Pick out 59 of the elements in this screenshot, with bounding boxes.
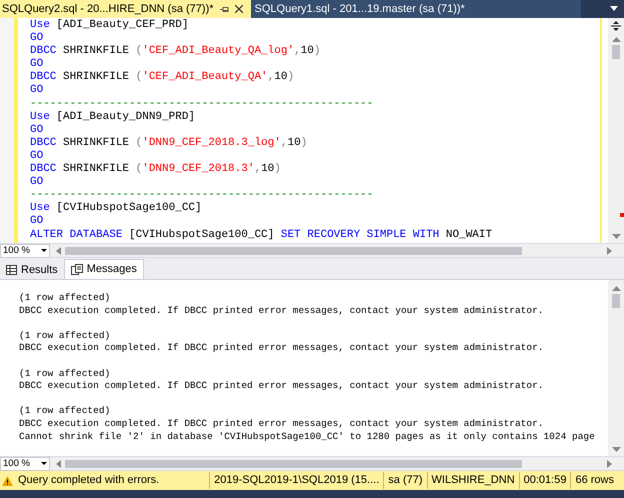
status-field: 2019-SQL2019-1\SQL2019 (15....: [209, 472, 384, 489]
zoom-dropdown[interactable]: 100 %: [0, 456, 50, 470]
code-line: DBCC SHRINKFILE ('DNN9_CEF_2018.3_log',10): [30, 136, 308, 150]
grid-icon: [6, 265, 17, 275]
code-line: DBCC SHRINKFILE ('CEF_ADI_Beauty_QA_log',10): [30, 45, 320, 58]
status-field: sa (77): [383, 472, 427, 489]
message-line: DBCC execution completed. If DBCC printed error messages, contact your system administrator.: [19, 304, 544, 318]
code-line: Use [CVIHubspotSage100_CC]: [30, 202, 202, 216]
result-tab[interactable]: Messages: [64, 259, 144, 279]
message-line: (1 row affected): [19, 368, 110, 380]
status-message: Query completed with errors.: [18, 473, 160, 488]
document-tab[interactable]: SQLQuery1.sql - 201...19.master (sa (71))*: [250, 0, 581, 18]
warning-icon: [2, 476, 13, 486]
code-line: GO: [30, 215, 44, 228]
caret-icon: [41, 249, 47, 252]
scroll-right-icon[interactable]: [607, 460, 612, 468]
error-marker: [620, 213, 624, 217]
scroll-right-icon[interactable]: [607, 246, 612, 254]
scroll-up-icon[interactable]: [612, 286, 620, 291]
scroll-down-icon[interactable]: [612, 447, 620, 452]
message-line: DBCC execution completed. If DBCC printed error messages, contact your system administrator.: [19, 342, 544, 355]
code-line: Use [ADI_Beauty_DNN9_PRD]: [30, 110, 196, 124]
message-line: DBCC execution completed. If DBCC printed error messages, contact your system administrator.: [19, 380, 544, 393]
scroll-left-icon[interactable]: [56, 246, 61, 254]
message-line: Cannot shrink file '2' in database 'CVIHubspotSage100_CC' to 1280 pages as it only contains 1024 page: [19, 430, 595, 444]
status-field: 00:01:59: [518, 472, 570, 489]
scroll-up-icon[interactable]: [612, 37, 620, 42]
code-line: GO: [30, 124, 44, 137]
vertical-scrollbar[interactable]: [608, 18, 624, 243]
message-line: (1 row affected): [19, 405, 110, 418]
code-line: ----------------------------------------------------: [30, 189, 374, 202]
document-icon: [70, 264, 83, 275]
scrollbar-thumb[interactable]: [612, 45, 620, 59]
message-line: DBCC execution completed. If DBCC printed error messages, contact your system administrator.: [19, 418, 544, 431]
message-line: (1 row affected): [19, 292, 110, 305]
message-line: (1 row affected): [19, 330, 110, 342]
dropdown-icon[interactable]: [610, 6, 618, 11]
pin-icon[interactable]: [220, 6, 229, 12]
code-line: GO: [30, 32, 44, 46]
close-icon[interactable]: [234, 5, 243, 13]
document-tab[interactable]: SQLQuery2.sql - 20...HIRE_DNN (sa (77))*: [0, 0, 251, 18]
status-field: WILSHIRE_DNN: [426, 472, 519, 489]
code-line: GO: [30, 58, 44, 72]
code-line: ----------------------------------------------------: [30, 98, 374, 111]
scroll-down-icon[interactable]: [612, 234, 620, 239]
caret-icon: [41, 462, 47, 465]
code-line: GO: [30, 150, 44, 164]
code-line: ALTER DATABASE [CVIHubspotSage100_CC] SET RECOVERY SIMPLE WITH NO_WAIT: [30, 228, 492, 242]
scroll-left-icon[interactable]: [56, 460, 61, 468]
code-line: GO: [30, 84, 44, 98]
vertical-scrollbar[interactable]: [608, 280, 624, 456]
code-line: DBCC SHRINKFILE ('DNN9_CEF_2018.3',10): [30, 163, 281, 176]
code-line: GO: [30, 176, 44, 190]
zoom-dropdown[interactable]: 100 %: [0, 244, 50, 258]
scrollbar-thumb[interactable]: [612, 294, 620, 308]
split-icon[interactable]: [611, 21, 621, 31]
code-line: DBCC SHRINKFILE ('CEF_ADI_Beauty_QA',10): [30, 71, 294, 84]
status-field: 66 rows: [570, 472, 618, 489]
code-line: Use [ADI_Beauty_CEF_PRD]: [30, 19, 188, 32]
